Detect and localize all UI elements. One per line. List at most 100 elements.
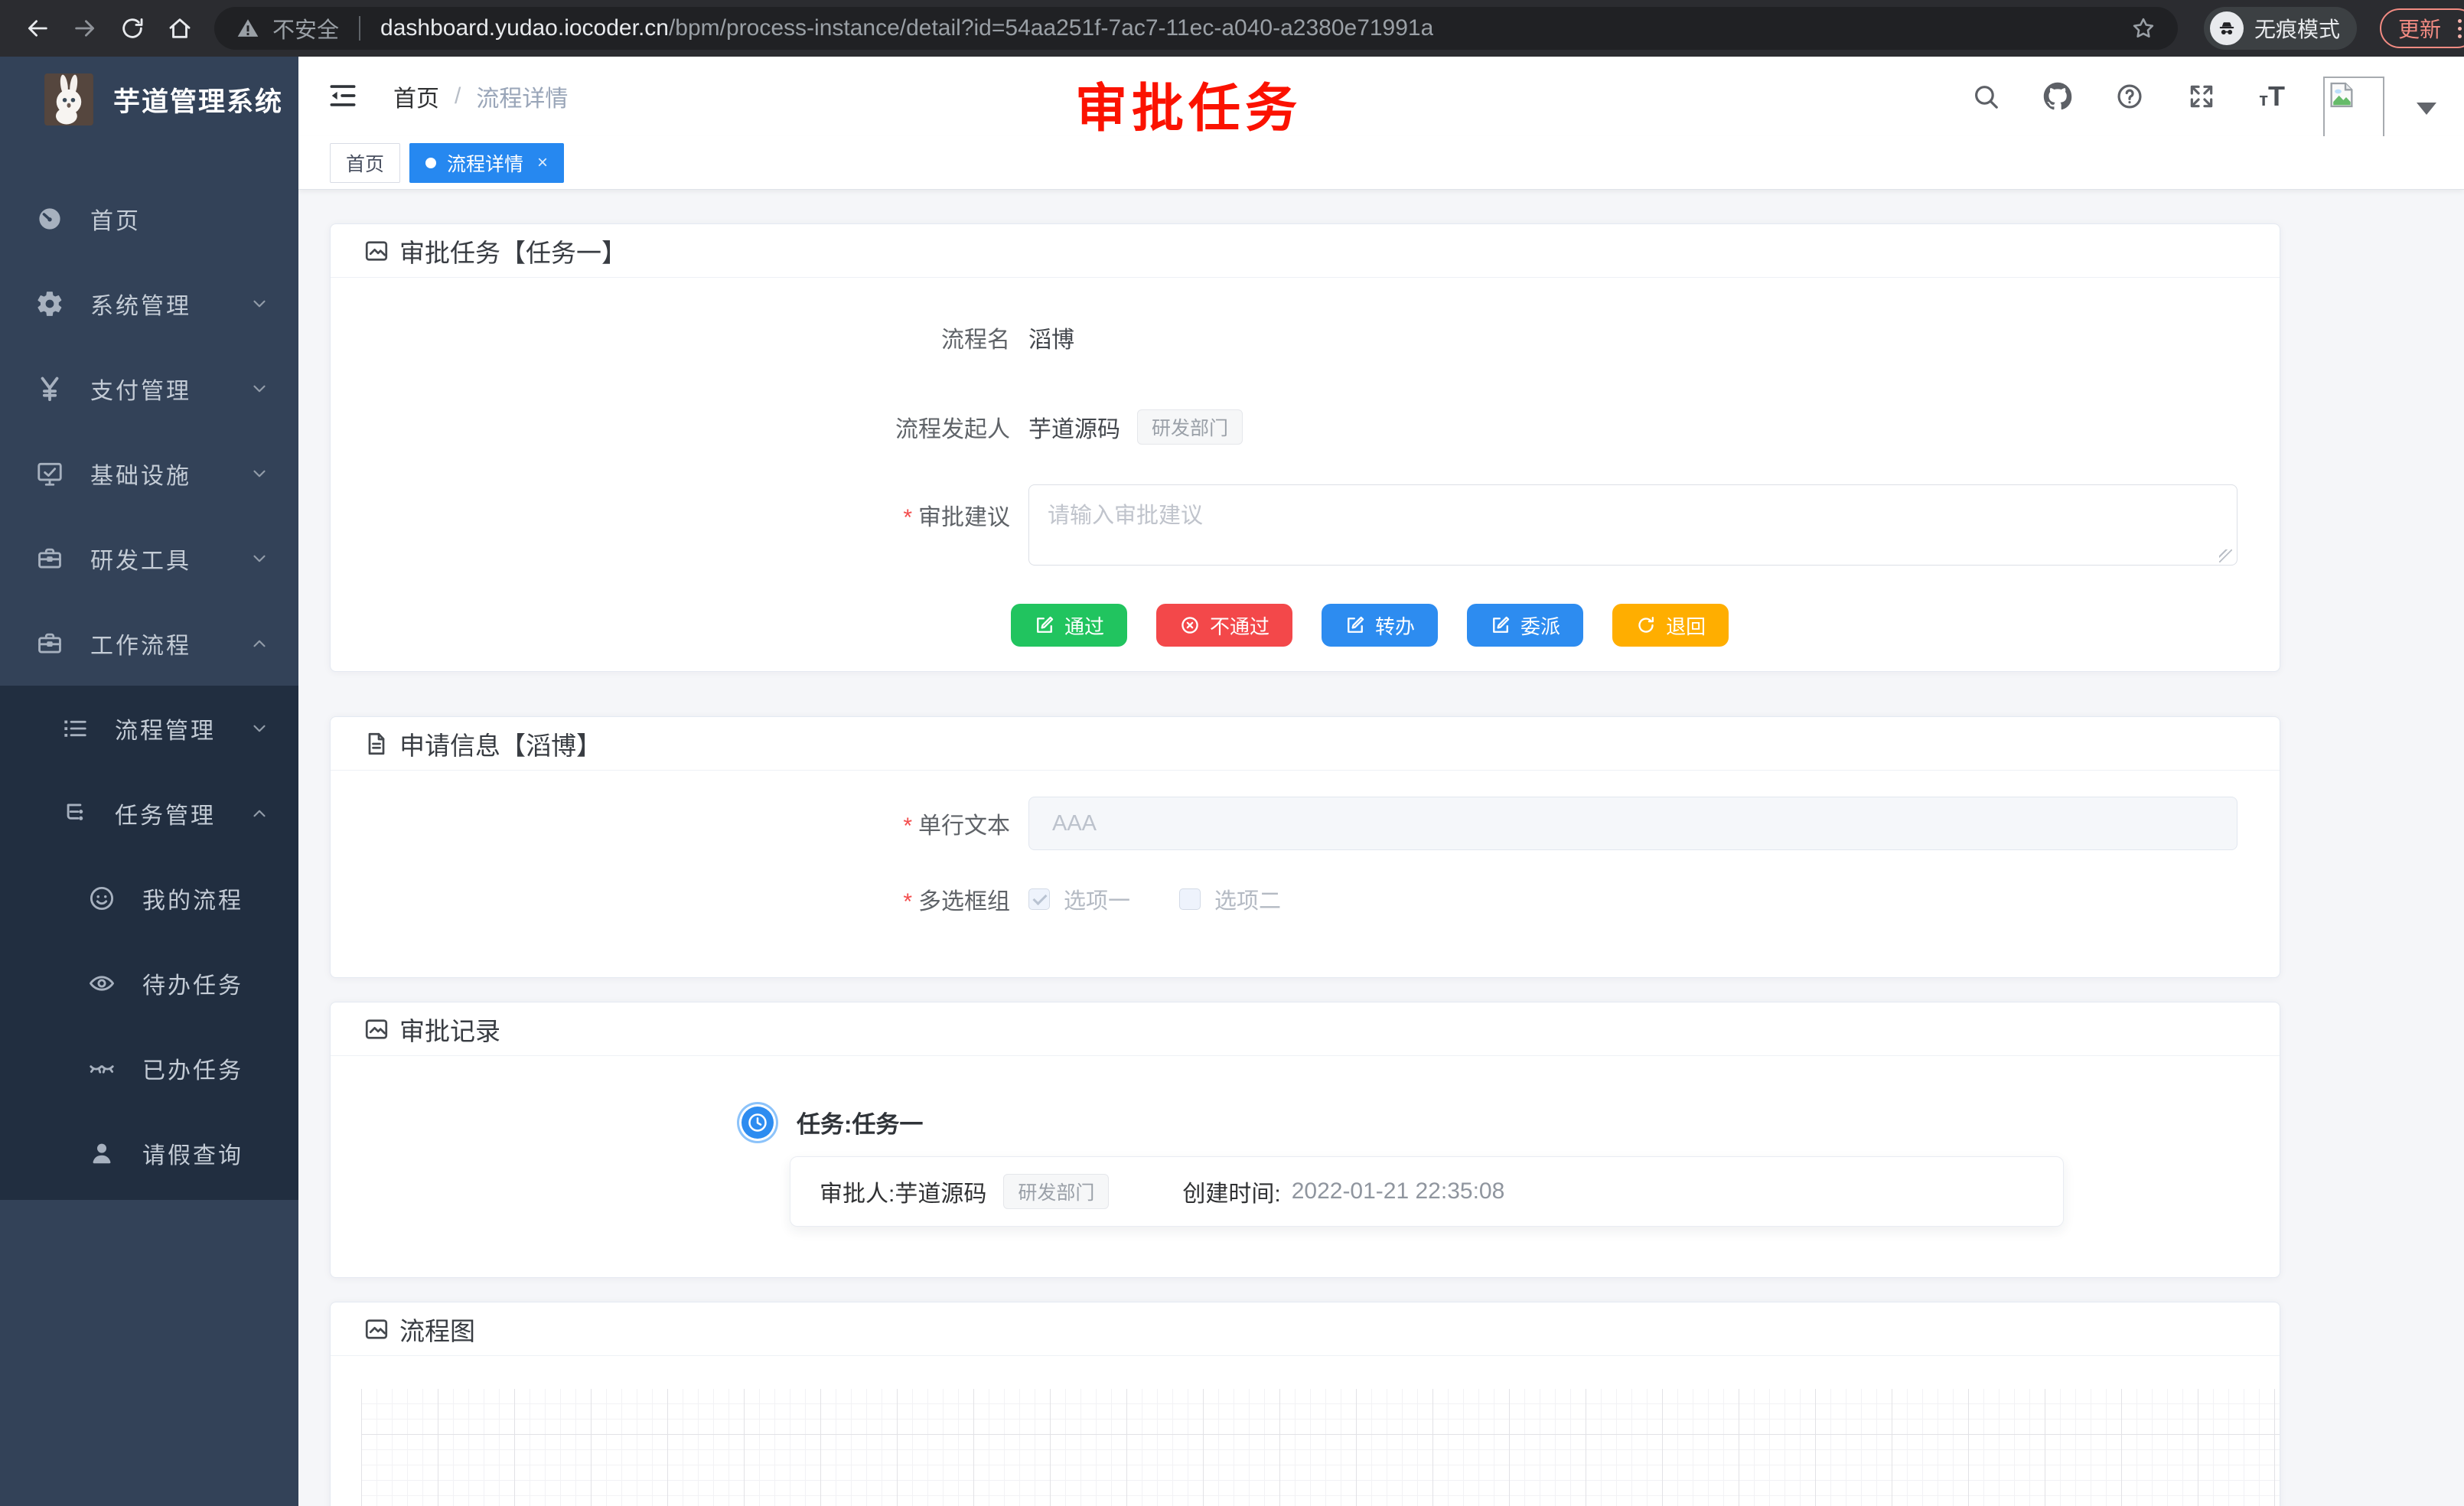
- sidebar-item-label: 支付管理: [90, 372, 191, 406]
- forward-icon[interactable]: [64, 8, 106, 49]
- suggestion-textarea[interactable]: [1028, 484, 2237, 566]
- eye-icon: [84, 969, 119, 998]
- sidebar-item-todo-tasks[interactable]: 待办任务: [0, 940, 298, 1025]
- field-label: 单行文本: [331, 807, 1028, 840]
- approval-task-card: 审批任务【任务一】 流程名 滔博 流程发起人 芋道源码 研发部门 审批建议: [330, 223, 2280, 672]
- sidebar-item-label: 我的流程: [142, 882, 243, 915]
- flow-diagram-card-header: 流程图: [331, 1302, 2280, 1356]
- chevron-up-icon: [249, 634, 269, 654]
- update-browser-button[interactable]: 更新: [2380, 8, 2464, 48]
- sidebar-item-label: 请假查询: [142, 1136, 243, 1170]
- incognito-chip[interactable]: 无痕模式: [2204, 7, 2357, 50]
- chevron-down-icon: [249, 379, 269, 399]
- sidebar-item-my-process[interactable]: 我的流程: [0, 856, 298, 940]
- tab-bar: 首页 流程详情 ×: [298, 136, 2464, 190]
- sidebar-item-leave-query[interactable]: 请假查询: [0, 1110, 298, 1195]
- picture-icon: [363, 1015, 390, 1043]
- approval-task-card-body: 流程名 滔博 流程发起人 芋道源码 研发部门 审批建议: [331, 278, 2280, 671]
- person-icon: [84, 1139, 119, 1168]
- textarea-resize-handle[interactable]: [2219, 549, 2232, 562]
- incognito-icon: [2210, 11, 2244, 45]
- home-icon[interactable]: [159, 8, 200, 49]
- undo-icon: [1635, 614, 1657, 636]
- yen-icon: [32, 374, 67, 403]
- gear-icon: [32, 289, 67, 318]
- reject-button[interactable]: 不通过: [1156, 604, 1292, 647]
- back-icon[interactable]: [17, 8, 58, 49]
- approve-button[interactable]: 通过: [1011, 604, 1127, 647]
- address-bar[interactable]: 不安全 dashboard.yudao.iocoder.cn/bpm/proce…: [214, 7, 2178, 50]
- apply-info-card: 申请信息【滔博】 单行文本 多选框组 选项一 选项二: [330, 716, 2280, 978]
- avatar-dropdown-caret-icon[interactable]: [2417, 103, 2436, 115]
- list-icon: [57, 714, 92, 743]
- font-size-icon[interactable]: тT: [2259, 83, 2285, 110]
- sidebar-item-label: 研发工具: [90, 542, 191, 575]
- sidebar-item-infra[interactable]: 基础设施: [0, 431, 298, 516]
- sidebar-item-label: 系统管理: [90, 287, 191, 321]
- dept-tag: 研发部门: [1137, 409, 1243, 445]
- approval-suggestion-row: 审批建议: [331, 484, 2280, 569]
- monitor-check-icon: [32, 459, 67, 488]
- chevron-up-icon: [249, 804, 269, 823]
- apply-info-card-body: 单行文本 多选框组 选项一 选项二: [331, 771, 2280, 977]
- browser-menu-icon[interactable]: [2452, 19, 2464, 38]
- tab-process-detail[interactable]: 流程详情 ×: [409, 143, 564, 183]
- active-tab-dot: [425, 158, 436, 168]
- timeline-task-row: 任务:任务一: [741, 1105, 2280, 1139]
- circle-x-icon: [1179, 614, 1201, 636]
- edit-icon: [1344, 614, 1366, 636]
- picture-icon: [363, 1315, 390, 1343]
- face-icon: [84, 884, 119, 913]
- security-label[interactable]: 不安全: [272, 12, 339, 44]
- transfer-button[interactable]: 转办: [1322, 604, 1438, 647]
- update-label: 更新: [2398, 13, 2441, 44]
- url-path: /bpm/process-instance/detail?id=54aa251f…: [669, 15, 1433, 41]
- approval-task-card-header: 审批任务【任务一】: [331, 224, 2280, 278]
- chevron-down-icon: [249, 549, 269, 569]
- checkbox-unchecked-icon: [1179, 888, 1201, 910]
- sidebar-item-system[interactable]: 系统管理: [0, 261, 298, 346]
- sidebar-collapse-icon[interactable]: [326, 79, 361, 114]
- tab-home[interactable]: 首页: [330, 143, 400, 183]
- sidebar-item-label: 待办任务: [142, 967, 243, 1000]
- create-time-value: 2022-01-21 22:35:08: [1292, 1178, 1505, 1204]
- reload-icon[interactable]: [112, 8, 153, 49]
- clock-icon: [741, 1107, 774, 1139]
- url-domain: dashboard.yudao.iocoder.cn: [380, 15, 669, 41]
- close-tab-icon[interactable]: ×: [537, 154, 548, 172]
- avatar[interactable]: [2323, 77, 2384, 138]
- sidebar-item-payment[interactable]: 支付管理: [0, 346, 298, 431]
- fullscreen-icon[interactable]: [2187, 82, 2216, 111]
- url-text[interactable]: dashboard.yudao.iocoder.cn/bpm/process-i…: [380, 15, 1433, 41]
- approver-label: 审批人:: [820, 1175, 895, 1208]
- breadcrumb-home[interactable]: 首页: [393, 80, 439, 113]
- github-icon[interactable]: [2043, 82, 2072, 111]
- card-title: 审批任务【任务一】: [399, 233, 627, 269]
- not-secure-warning-icon: [236, 16, 260, 41]
- sidebar-item-task-mgmt[interactable]: 任务管理: [0, 771, 298, 856]
- sidebar-item-devtools[interactable]: 研发工具: [0, 516, 298, 601]
- sidebar-item-label: 首页: [90, 202, 141, 236]
- flow-diagram-card: 流程图: [330, 1302, 2280, 1506]
- dashboard-icon: [32, 204, 67, 233]
- checkbox-group-row: 多选框组 选项一 选项二: [331, 882, 2280, 916]
- briefcase-icon: [32, 629, 67, 658]
- sidebar-item-done-tasks[interactable]: 已办任务: [0, 1025, 298, 1110]
- field-label: 流程名: [331, 321, 1028, 354]
- sidebar: 芋道管理系统 首页 系统管理 支付管理 基础设施 研发工具 工作: [0, 57, 298, 1506]
- help-icon[interactable]: [2115, 82, 2144, 111]
- card-title: 审批记录: [399, 1011, 500, 1048]
- search-icon[interactable]: [1971, 82, 2000, 111]
- breadcrumb: 首页 / 流程详情: [393, 80, 568, 113]
- app-logo[interactable]: 芋道管理系统: [0, 57, 298, 126]
- delegate-button[interactable]: 委派: [1467, 604, 1583, 647]
- sidebar-item-home[interactable]: 首页: [0, 176, 298, 261]
- sidebar-item-process-mgmt[interactable]: 流程管理: [0, 686, 298, 771]
- page-content: 审批任务【任务一】 流程名 滔博 流程发起人 芋道源码 研发部门 审批建议: [298, 190, 2464, 1506]
- incognito-label: 无痕模式: [2254, 13, 2340, 44]
- single-text-row: 单行文本: [331, 797, 2280, 850]
- approval-record-card-header: 审批记录: [331, 1002, 2280, 1056]
- sidebar-item-workflow[interactable]: 工作流程: [0, 601, 298, 686]
- return-button[interactable]: 退回: [1612, 604, 1729, 647]
- bookmark-star-icon[interactable]: [2130, 15, 2156, 41]
